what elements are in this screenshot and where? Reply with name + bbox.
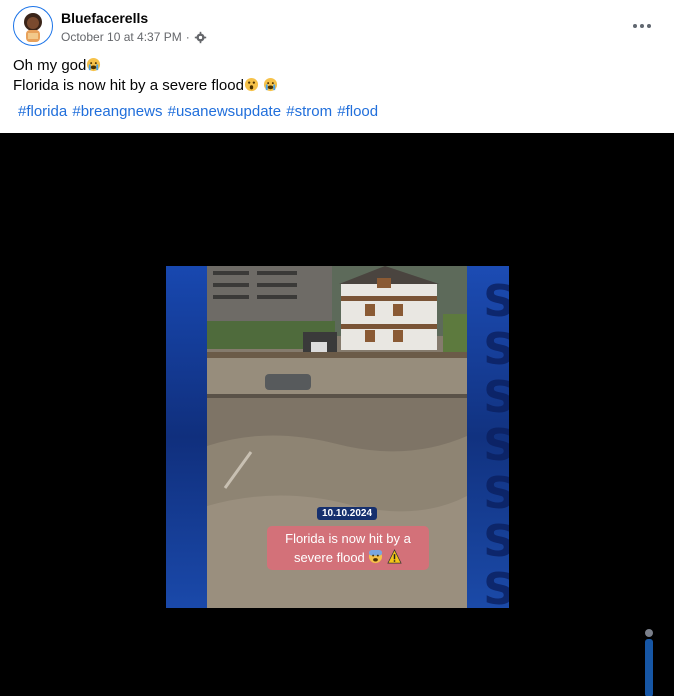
meta-separator: ·	[185, 30, 190, 44]
fearful-face-icon	[369, 549, 383, 564]
post-header: Bluefacerells October 10 at 4:37 PM ·	[13, 6, 674, 46]
crying-face-icon	[264, 77, 278, 92]
video-side-panel-left	[166, 266, 207, 608]
video-frame[interactable]: 10.10.2024 Florida is now hit by a sever…	[166, 266, 509, 608]
hashtag-list: #florida #breangnews #usanewsupdate #str…	[18, 103, 379, 120]
hashtag-link[interactable]: #flood	[337, 103, 378, 120]
scrollbar-track[interactable]	[645, 639, 653, 696]
author-name[interactable]: Bluefacerells	[61, 10, 148, 26]
more-dot-icon	[633, 24, 637, 28]
crying-face-icon	[87, 57, 101, 72]
post-timestamp[interactable]: October 10 at 4:37 PM	[61, 30, 182, 44]
post-line-text: Florida is now hit by a severe flood	[13, 77, 244, 94]
hashtag-link[interactable]: #breangnews	[72, 103, 162, 120]
hashtag-link[interactable]: #strom	[286, 103, 332, 120]
gear-icon[interactable]	[194, 31, 207, 44]
more-dot-icon	[647, 24, 651, 28]
more-options-button[interactable]	[630, 14, 654, 38]
hashtag-link[interactable]: #usanewsupdate	[168, 103, 281, 120]
scrollbar-thumb[interactable]	[645, 629, 653, 637]
post-meta: October 10 at 4:37 PM ·	[61, 30, 207, 44]
post-line: Florida is now hit by a severe flood	[13, 76, 278, 96]
video-date-badge: 10.10.2024	[317, 507, 378, 520]
author-avatar[interactable]	[13, 6, 53, 46]
astonished-face-icon	[244, 77, 259, 92]
video-caption: Florida is now hit by a severe flood	[267, 526, 429, 570]
post-message: Oh my god Florida is now hit by a severe…	[13, 56, 278, 96]
hashtag-link[interactable]: #florida	[18, 103, 67, 120]
video-side-panel-right: S S S S S S S	[467, 266, 509, 608]
more-dot-icon	[640, 24, 644, 28]
warning-sign-icon	[387, 549, 402, 564]
video-player[interactable]: 10.10.2024 Florida is now hit by a sever…	[0, 133, 674, 696]
scrollbar[interactable]	[645, 629, 653, 696]
post-line: Oh my god	[13, 56, 278, 76]
avatar-image	[24, 13, 42, 42]
flood-scene-image: 10.10.2024 Florida is now hit by a sever…	[207, 266, 467, 608]
post-line-text: Oh my god	[13, 57, 87, 74]
